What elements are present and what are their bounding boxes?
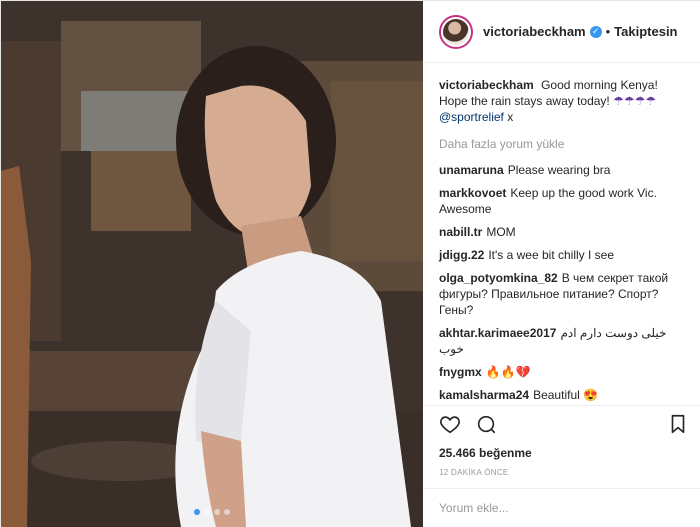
comment-text: MOM	[486, 225, 516, 239]
comment-row: nabill.tr MOM	[439, 224, 689, 240]
comment-username[interactable]: markkovoet	[439, 186, 506, 200]
comment-row: akhtar.karimaee2017 خیلی دوست دارم ادم خو…	[439, 325, 689, 357]
comment-username[interactable]: olga_potyomkina_82	[439, 271, 558, 285]
caption-username[interactable]: victoriabeckham	[439, 78, 534, 92]
heart-icon[interactable]	[439, 413, 461, 440]
add-comment-bar	[423, 488, 700, 527]
post-caption: victoriabeckham Good morning Kenya! Hope…	[439, 77, 689, 125]
post-sidebar: victoriabeckham ✓ • Takiptesin victoriab…	[423, 1, 700, 527]
post-actions: 25.466 beğenme 12 DAKİKA ÖNCE	[423, 405, 700, 477]
post-header: victoriabeckham ✓ • Takiptesin	[423, 1, 700, 63]
caption-mention-link[interactable]: @sportrelief	[439, 110, 504, 124]
comment-row: unamaruna Please wearing bra	[439, 162, 689, 178]
photo-illustration	[1, 1, 423, 527]
comment-input[interactable]	[439, 501, 685, 515]
comment-row: fnygmx 🔥🔥💔	[439, 364, 689, 380]
action-row	[439, 412, 689, 440]
comment-text: 🔥🔥💔	[485, 365, 531, 379]
verified-badge-icon: ✓	[589, 25, 602, 38]
header-username[interactable]: victoriabeckham	[483, 24, 586, 39]
carousel-dot[interactable]	[224, 509, 230, 515]
comment-row: olga_potyomkina_82 В чем секрет такой фиг…	[439, 270, 689, 318]
caption-tail: x	[503, 110, 514, 124]
comment-text: It's a wee bit chilly I see	[488, 248, 615, 262]
carousel-dot[interactable]	[204, 509, 210, 515]
comment-row: jdigg.22 It's a wee bit chilly I see	[439, 247, 689, 263]
comment-username[interactable]: akhtar.karimaee2017	[439, 326, 556, 340]
comment-username[interactable]: nabill.tr	[439, 225, 482, 239]
instagram-post-modal: victoriabeckham ✓ • Takiptesin victoriab…	[0, 0, 700, 527]
comment-icon[interactable]	[475, 413, 497, 440]
post-photo[interactable]	[1, 1, 423, 527]
caption-emojis: ☂☂☂☂	[613, 94, 657, 108]
avatar[interactable]	[439, 14, 473, 49]
likes-count[interactable]: 25.466 beğenme	[439, 446, 689, 460]
carousel-dots[interactable]	[1, 509, 423, 515]
comment-container: unamaruna Please wearing bra markkovoet Kee…	[439, 162, 689, 401]
bookmark-icon[interactable]	[667, 413, 689, 440]
carousel-dot[interactable]	[214, 509, 220, 515]
separator-dot: •	[605, 24, 611, 39]
follow-status-button[interactable]: Takiptesin	[614, 24, 677, 39]
comment-text: Please wearing bra	[507, 163, 611, 177]
carousel-dot[interactable]	[194, 509, 200, 515]
comment-username[interactable]: fnygmx	[439, 365, 482, 379]
comment-row: kamalsharma24 Beautiful 😍	[439, 387, 689, 401]
comment-username[interactable]: jdigg.22	[439, 248, 484, 262]
comment-username[interactable]: kamalsharma24	[439, 388, 529, 401]
comments-list: victoriabeckham Good morning Kenya! Hope…	[423, 71, 700, 401]
comment-username[interactable]: unamaruna	[439, 163, 504, 177]
comment-text: Beautiful 😍	[533, 388, 599, 401]
comment-row: markkovoet Keep up the good work Vic. Awe…	[439, 185, 689, 217]
post-timestamp: 12 DAKİKA ÖNCE	[439, 468, 509, 477]
load-more-comments-link[interactable]: Daha fazla yorum yükle	[439, 137, 689, 151]
